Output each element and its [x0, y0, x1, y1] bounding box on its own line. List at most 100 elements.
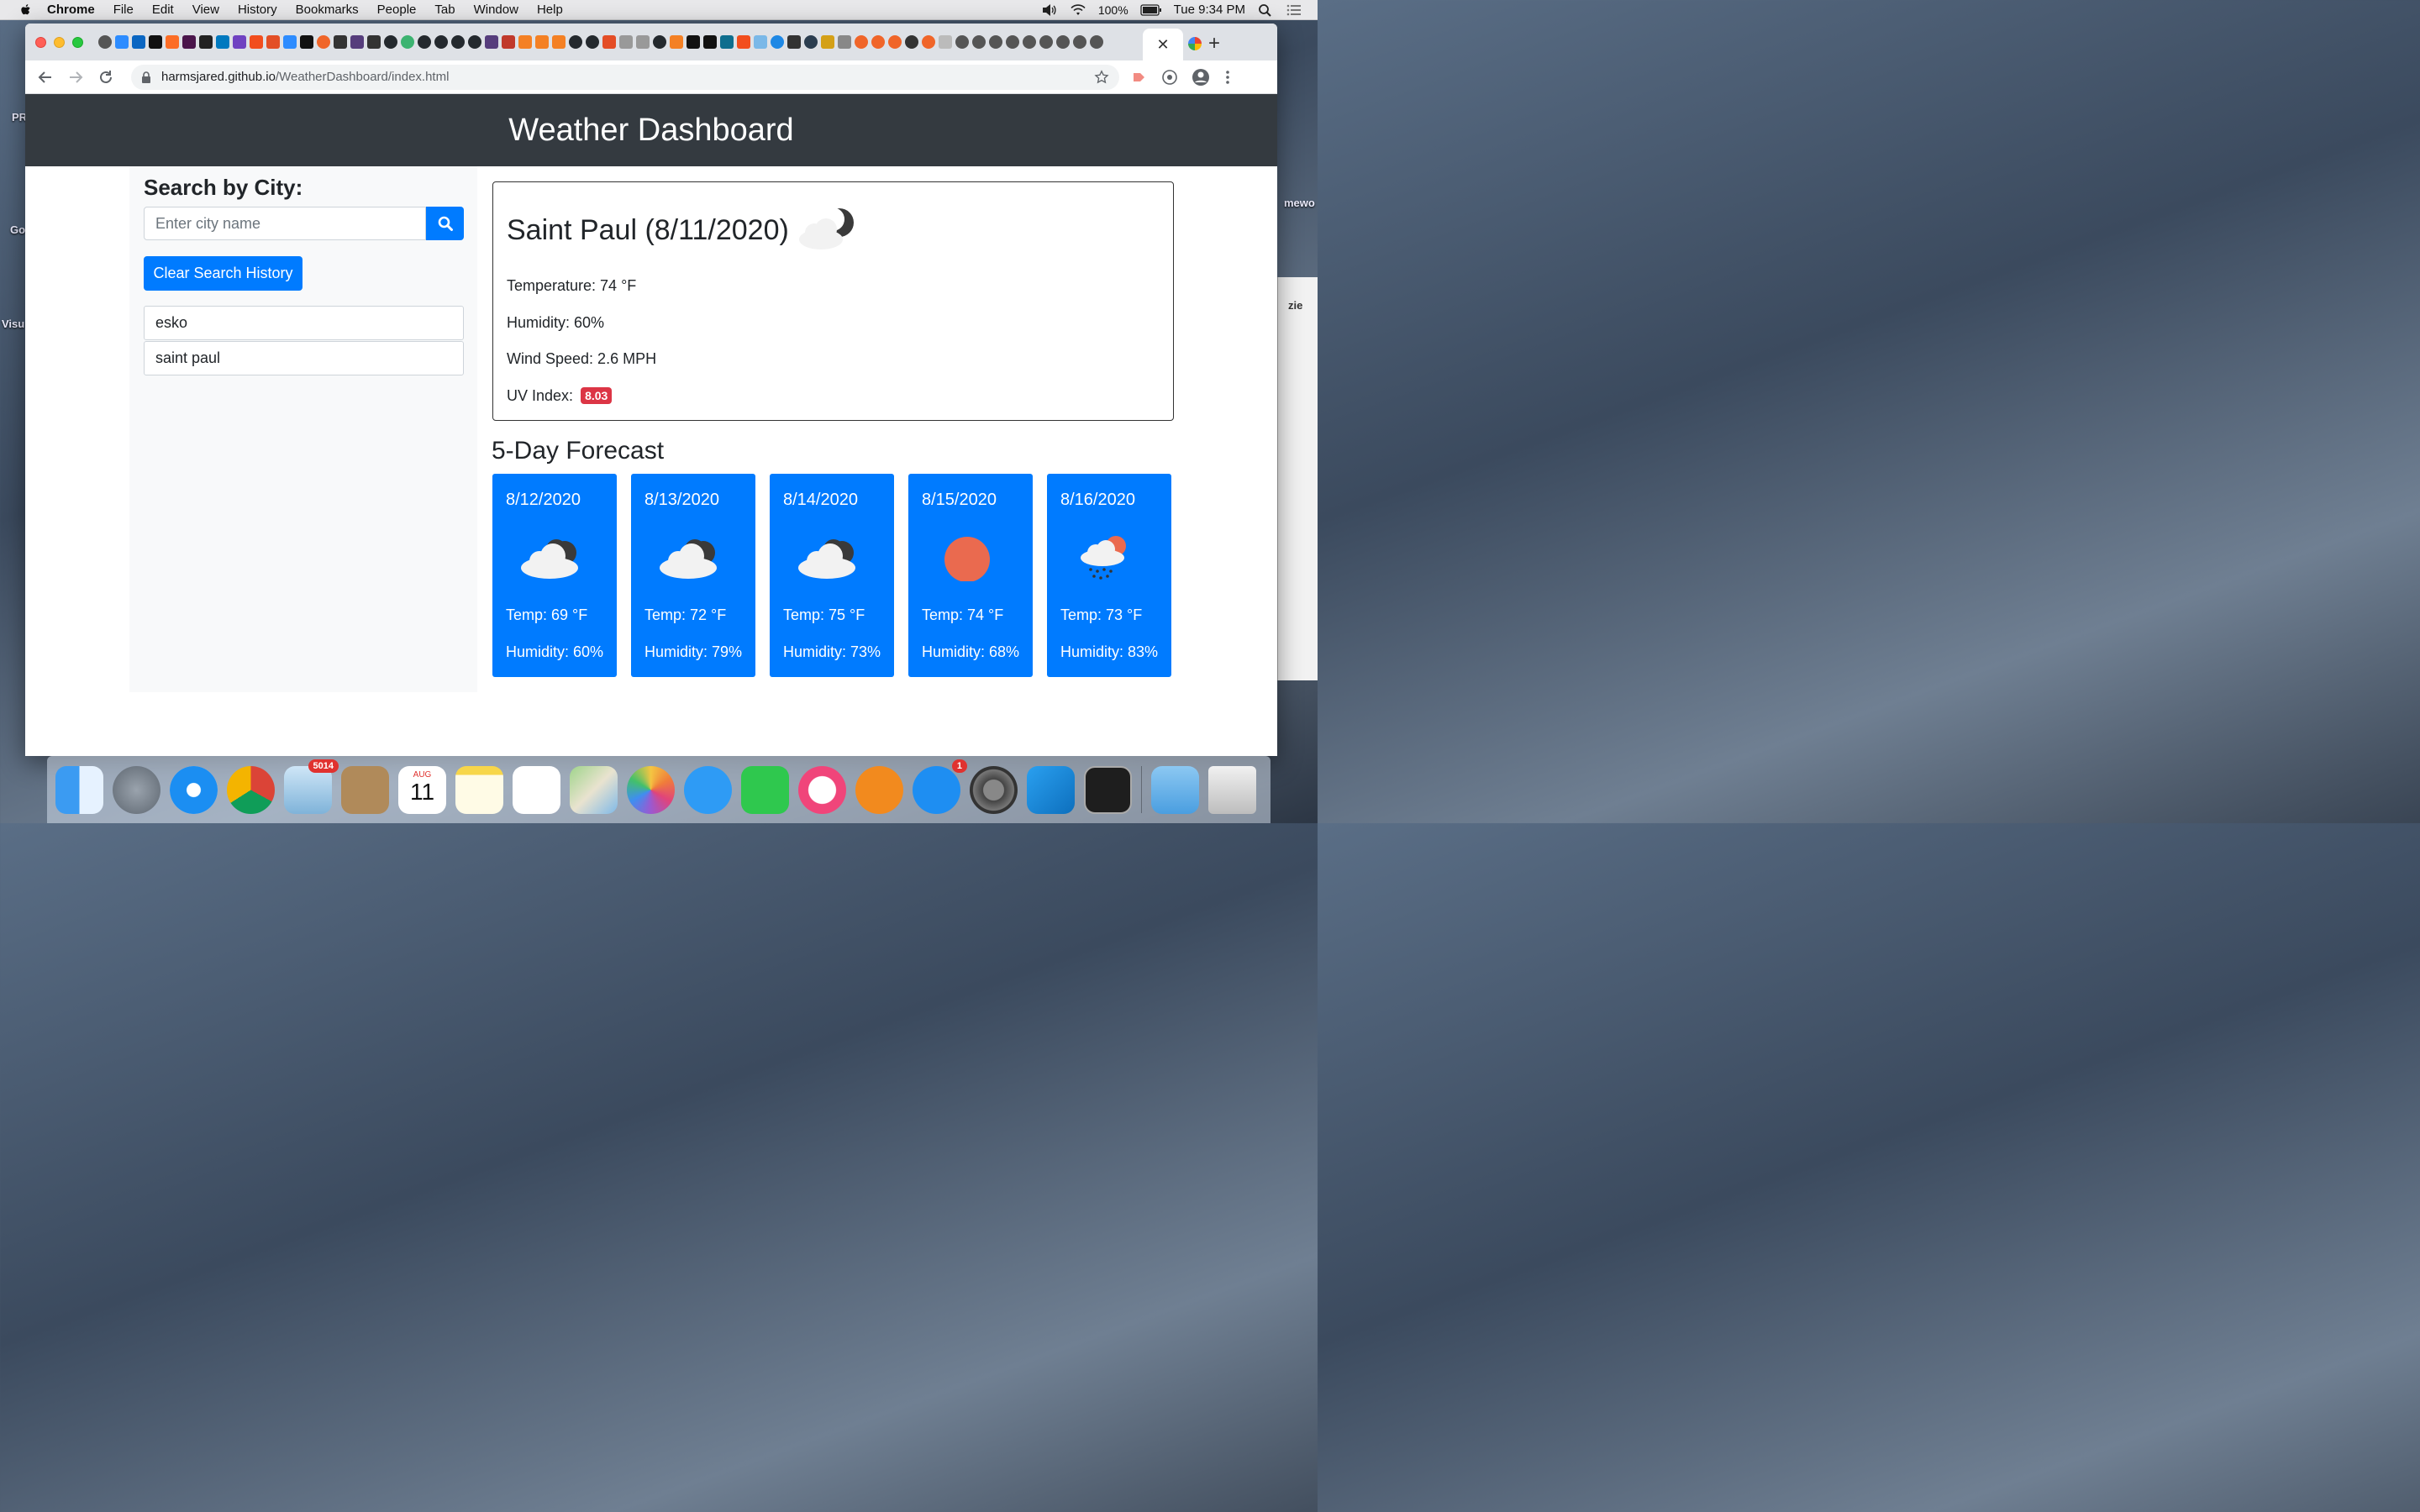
tab-favicon-icon[interactable] [283, 35, 297, 49]
app-store-icon[interactable]: 1 [913, 759, 967, 814]
tab-favicon-icon[interactable] [401, 35, 414, 49]
tab-favicon-icon[interactable] [989, 35, 1002, 49]
system-preferences-icon[interactable] [970, 765, 1018, 814]
tab-favicon-icon[interactable] [418, 35, 431, 49]
tab-favicon-icon[interactable] [586, 35, 599, 49]
tab-favicon-icon[interactable] [771, 35, 784, 49]
downloads-folder-icon[interactable] [1151, 765, 1199, 814]
clear-history-button[interactable]: Clear Search History [144, 256, 302, 291]
tab-favicon-icon[interactable] [1039, 35, 1053, 49]
tab-favicon-icon[interactable] [1006, 35, 1019, 49]
active-tab[interactable]: ✕ [1143, 29, 1183, 60]
tab-favicon-icon[interactable] [636, 35, 650, 49]
history-item-saint-paul[interactable]: saint paul [144, 341, 464, 375]
launchpad-icon[interactable] [113, 765, 160, 814]
tab-favicon-icon[interactable] [602, 35, 616, 49]
menu-edit[interactable]: Edit [152, 3, 174, 17]
tab-favicon-icon[interactable] [871, 35, 885, 49]
reload-button[interactable] [96, 67, 116, 87]
trash-icon[interactable] [1208, 765, 1256, 814]
search-button[interactable] [426, 207, 464, 240]
tab-favicon-icon[interactable] [1073, 35, 1086, 49]
tab-favicon-icon[interactable] [804, 35, 818, 49]
city-search-input[interactable] [144, 207, 426, 240]
tab-favicon-icon[interactable] [502, 35, 515, 49]
desktop-label[interactable]: mewo [1284, 197, 1315, 209]
extension-icon[interactable] [1161, 69, 1178, 86]
bookmark-star-icon[interactable] [1094, 69, 1109, 85]
google-tab-icon[interactable] [1188, 37, 1202, 50]
tab-favicon-icon[interactable] [132, 35, 145, 49]
desktop-label[interactable]: Go [10, 223, 25, 236]
close-window-button[interactable] [35, 36, 46, 48]
new-tab-button[interactable]: + [1208, 32, 1220, 55]
menu-window[interactable]: Window [474, 3, 518, 17]
tab-favicon-icon[interactable] [619, 35, 633, 49]
messages-icon[interactable] [684, 765, 732, 814]
menu-tab[interactable]: Tab [434, 3, 455, 17]
tab-favicon-icon[interactable] [787, 35, 801, 49]
tab-favicon-icon[interactable] [888, 35, 902, 49]
menu-help[interactable]: Help [537, 3, 563, 17]
tab-favicon-icon[interactable] [754, 35, 767, 49]
tab-favicon-icon[interactable] [216, 35, 229, 49]
safari-icon[interactable] [170, 765, 218, 814]
notification-center-icon[interactable] [1286, 3, 1302, 17]
maps-icon[interactable] [570, 765, 618, 814]
tab-favicon-icon[interactable] [653, 35, 666, 49]
facetime-icon[interactable] [741, 765, 789, 814]
zoom-window-button[interactable] [72, 36, 83, 48]
tab-favicon-icon[interactable] [149, 35, 162, 49]
tab-favicon-icon[interactable] [552, 35, 566, 49]
chrome-icon[interactable] [227, 765, 275, 814]
tab-favicon-icon[interactable] [485, 35, 498, 49]
menu-file[interactable]: File [113, 3, 134, 17]
tab-favicon-icon[interactable] [1090, 35, 1103, 49]
menu-app-name[interactable]: Chrome [47, 3, 95, 17]
tab-favicon-icon[interactable] [821, 35, 834, 49]
tab-favicon-icon[interactable] [670, 35, 683, 49]
tab-favicon-icon[interactable] [922, 35, 935, 49]
mail-icon[interactable]: 5014 [284, 759, 339, 814]
photos-icon[interactable] [627, 765, 675, 814]
tab-favicon-icon[interactable] [468, 35, 481, 49]
menu-view[interactable]: View [192, 3, 219, 17]
tab-favicon-icon[interactable] [518, 35, 532, 49]
spotlight-search-icon[interactable] [1257, 3, 1274, 17]
tab-favicon-icon[interactable] [972, 35, 986, 49]
history-item-esko[interactable]: esko [144, 306, 464, 340]
tab-favicon-icon[interactable] [451, 35, 465, 49]
vscode-icon[interactable] [1027, 765, 1075, 814]
reminders-icon[interactable] [513, 765, 560, 814]
extension-icon[interactable] [1131, 69, 1148, 86]
notes-icon[interactable] [455, 765, 503, 814]
tab-favicon-icon[interactable] [905, 35, 918, 49]
tab-favicon-icon[interactable] [838, 35, 851, 49]
back-button[interactable] [35, 67, 55, 87]
desktop-label[interactable]: Visu [2, 318, 24, 330]
tab-favicon-icon[interactable] [939, 35, 952, 49]
profile-avatar-icon[interactable] [1192, 68, 1210, 87]
close-tab-icon[interactable]: ✕ [1156, 36, 1169, 54]
tab-favicon-icon[interactable] [166, 35, 179, 49]
tab-favicon-icon[interactable] [182, 35, 196, 49]
tab-favicon-icon[interactable] [199, 35, 213, 49]
tab-favicon-icon[interactable] [703, 35, 717, 49]
tab-favicon-icon[interactable] [266, 35, 280, 49]
tab-favicon-icon[interactable] [855, 35, 868, 49]
contacts-icon[interactable] [341, 765, 389, 814]
tab-favicon-icon[interactable] [434, 35, 448, 49]
minimize-window-button[interactable] [54, 36, 65, 48]
tab-favicon-icon[interactable] [955, 35, 969, 49]
tab-favicon-icon[interactable] [367, 35, 381, 49]
calendar-icon[interactable]: AUG 11 [398, 765, 446, 814]
tab-favicon-icon[interactable] [98, 35, 112, 49]
tab-favicon-icon[interactable] [737, 35, 750, 49]
finder-icon[interactable] [55, 765, 103, 814]
tab-favicon-icon[interactable] [384, 35, 397, 49]
menu-people[interactable]: People [377, 3, 417, 17]
tab-favicon-icon[interactable] [720, 35, 734, 49]
volume-icon[interactable] [1041, 3, 1058, 17]
apple-menu-icon[interactable] [18, 3, 34, 18]
address-bar[interactable]: harmsjared.github.io/WeatherDashboard/in… [131, 64, 1119, 90]
